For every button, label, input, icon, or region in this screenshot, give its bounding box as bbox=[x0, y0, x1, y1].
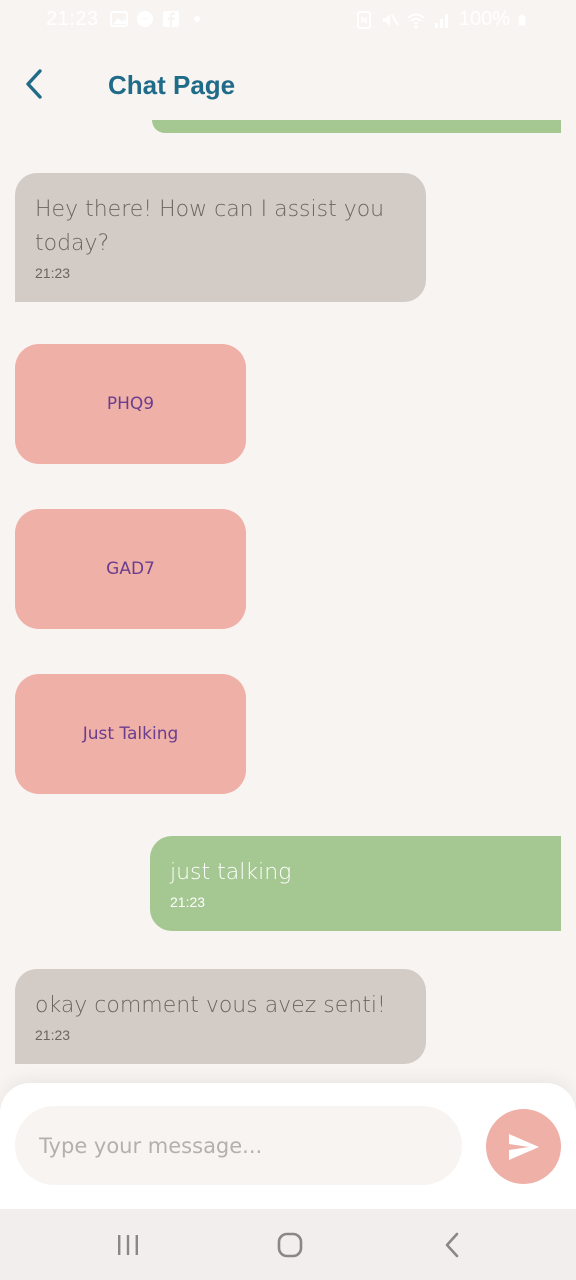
message-time: 21:23 bbox=[35, 265, 71, 281]
message-text: just talking bbox=[170, 860, 292, 885]
facebook-icon bbox=[163, 11, 179, 27]
recent-apps-button[interactable] bbox=[108, 1227, 148, 1263]
message-input[interactable] bbox=[15, 1106, 462, 1185]
home-icon bbox=[277, 1232, 303, 1258]
app-header: Chat Page bbox=[0, 44, 576, 124]
system-back-button[interactable] bbox=[432, 1227, 472, 1263]
user-message: just talking 21:23 bbox=[150, 836, 561, 931]
status-time: 21:23 bbox=[46, 8, 99, 30]
message-text: okay comment vous avez senti! bbox=[35, 993, 386, 1018]
status-bar: 21:23 100% bbox=[0, 0, 576, 40]
back-icon bbox=[445, 1232, 459, 1258]
gallery-icon bbox=[110, 11, 128, 27]
send-icon bbox=[508, 1133, 539, 1160]
wifi-icon bbox=[407, 13, 425, 28]
dot-icon bbox=[194, 16, 200, 22]
message-composer bbox=[0, 1083, 576, 1209]
messenger-icon bbox=[137, 11, 153, 27]
recent-apps-icon bbox=[118, 1235, 138, 1255]
home-button[interactable] bbox=[270, 1227, 310, 1263]
option-phq9-button[interactable]: PHQ9 bbox=[15, 344, 246, 464]
message-time: 21:23 bbox=[35, 1027, 71, 1043]
signal-icon bbox=[434, 13, 448, 28]
chevron-left-icon bbox=[26, 69, 42, 99]
battery-level: 100% bbox=[458, 8, 510, 30]
send-button[interactable] bbox=[486, 1109, 561, 1184]
notification-icons bbox=[110, 10, 206, 28]
system-navigation-bar bbox=[0, 1209, 576, 1280]
mute-icon bbox=[382, 13, 399, 26]
option-label: GAD7 bbox=[106, 559, 155, 579]
nfc-icon bbox=[356, 10, 371, 29]
page-title: Chat Page bbox=[108, 70, 236, 100]
bot-message: Hey there! How can I assist you today? 2… bbox=[15, 173, 426, 302]
back-button[interactable] bbox=[16, 66, 52, 102]
previous-message-bubble bbox=[152, 120, 561, 133]
option-label: Just Talking bbox=[82, 724, 179, 744]
system-icons: 100% bbox=[355, 8, 530, 31]
chat-screen: 21:23 100% Chat Page Hey there! How can … bbox=[0, 0, 576, 1280]
option-label: PHQ9 bbox=[106, 394, 155, 414]
bot-message: okay comment vous avez senti! 21:23 bbox=[15, 969, 426, 1064]
option-just-talking-button[interactable]: Just Talking bbox=[15, 674, 246, 794]
option-gad7-button[interactable]: GAD7 bbox=[15, 509, 246, 629]
message-time: 21:23 bbox=[170, 894, 206, 910]
message-text: Hey there! How can I assist you today? bbox=[35, 197, 385, 256]
battery-icon bbox=[518, 14, 526, 25]
